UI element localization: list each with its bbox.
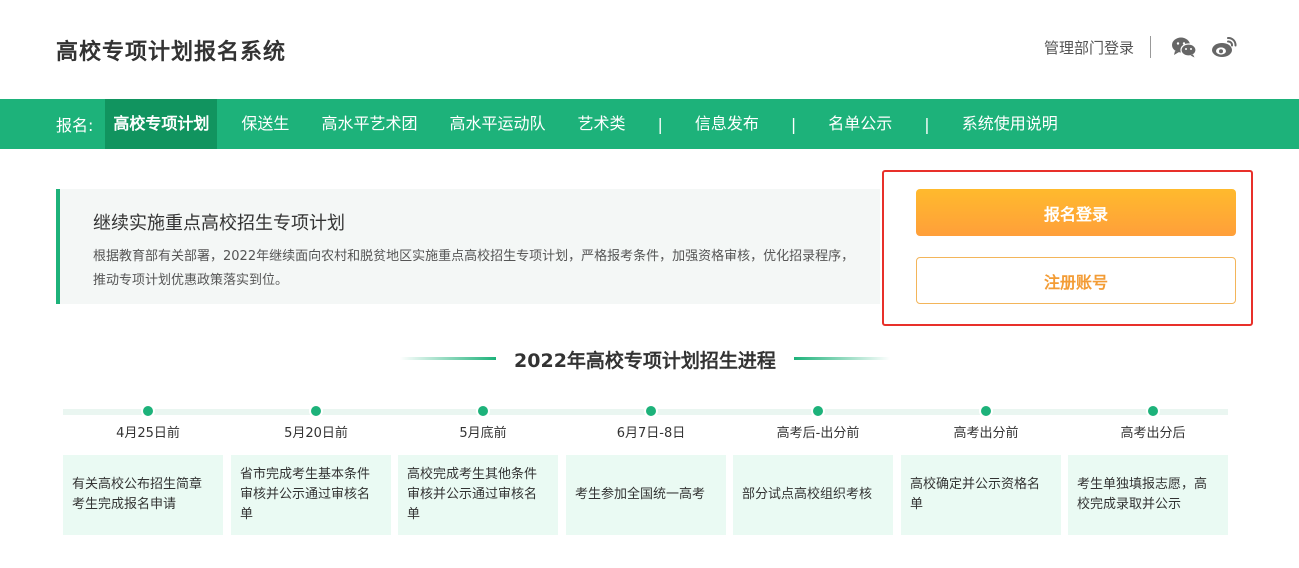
nav-item-publicity[interactable]: 名单公示 [820,99,900,149]
timeline-date: 高考出分后 [1120,426,1186,441]
nav-item-special-plan[interactable]: 高校专项计划 [105,99,218,149]
nav-item-help[interactable]: 系统使用说明 [954,99,1066,149]
title-decor-line-right [794,357,890,360]
admin-login-link[interactable]: 管理部门登录 [1044,37,1134,58]
timeline-dot [811,404,825,418]
title-decor-line-left [400,357,496,360]
nav-item-recommended[interactable]: 保送生 [233,99,297,149]
timeline-card: 省市完成考生基本条件审核并公示通过审核名单 [231,455,391,535]
timeline-card: 考生参加全国统一高考 [566,455,726,535]
timeline-dot [476,404,490,418]
timeline-desc: 部分试点高校组织考核 [742,487,873,502]
timeline-date: 高考出分前 [953,426,1019,441]
timeline-date: 4月25日前 [116,426,180,441]
timeline-desc: 有关高校公布招生简章考生完成报名申请 [72,477,203,512]
timeline-date: 5月20日前 [284,426,348,441]
timeline-desc: 考生单独填报志愿，高校完成录取并公示 [1077,477,1208,512]
nav-prefix-label: 报名: [56,116,94,135]
timeline-dot [141,404,155,418]
nav-separator: | [790,114,797,134]
timeline-card: 部分试点高校组织考核 [733,455,893,535]
timeline-dot [644,404,658,418]
intro-panel: 继续实施重点高校招生专项计划 根据教育部有关部署，2022年继续面向农村和脱贫地… [56,189,880,304]
timeline-date: 高考后-出分前 [776,426,860,441]
header-actions: 管理部门登录 [1044,36,1237,58]
timeline-desc: 考生参加全国统一高考 [575,487,706,502]
timeline-desc: 高校确定并公示资格名单 [910,477,1041,512]
nav-item-art-troupe[interactable]: 高水平艺术团 [313,99,425,149]
intro-text: 根据教育部有关部署，2022年继续面向农村和脱贫地区实施重点高校招生专项计划，严… [93,249,855,288]
wechat-icon[interactable] [1171,36,1197,58]
timeline-dot [979,404,993,418]
nav-separator: | [924,114,930,134]
timeline-date: 6月7日-8日 [616,426,686,441]
main-nav: 报名: 高校专项计划 保送生 高水平艺术团 高水平运动队 艺术类 | 信息发布 … [0,99,1299,149]
timeline-dot [1146,404,1160,418]
timeline-desc: 高校完成考生其他条件审核并公示通过审核名单 [407,467,538,522]
timeline-dot [309,404,323,418]
timeline-desc: 省市完成考生基本条件审核并公示通过审核名单 [240,467,371,522]
nav-item-sports-team[interactable]: 高水平运动队 [441,99,553,149]
nav-item-arts[interactable]: 艺术类 [569,99,633,149]
site-title: 高校专项计划报名系统 [56,40,287,65]
timeline-date: 5月底前 [459,426,507,441]
auth-panel: 报名登录 注册账号 [882,170,1253,326]
timeline-card: 高校确定并公示资格名单 [901,455,1061,535]
header-divider [1150,36,1151,58]
register-button[interactable]: 注册账号 [916,257,1236,304]
timeline-card: 高校完成考生其他条件审核并公示通过审核名单 [398,455,558,535]
timeline-card: 有关高校公布招生简章考生完成报名申请 [63,455,223,535]
nav-separator: | [657,114,663,134]
nav-item-news[interactable]: 信息发布 [687,99,767,149]
timeline-card: 考生单独填报志愿，高校完成录取并公示 [1068,455,1228,535]
weibo-icon[interactable] [1211,36,1237,58]
intro-title: 继续实施重点高校招生专项计划 [93,213,345,234]
site-header: 高校专项计划报名系统 管理部门登录 [0,0,1299,99]
progress-title: 2022年高校专项计划招生进程 [514,350,776,372]
login-button[interactable]: 报名登录 [916,189,1236,236]
progress-header: 2022年高校专项计划招生进程 [0,342,1299,374]
